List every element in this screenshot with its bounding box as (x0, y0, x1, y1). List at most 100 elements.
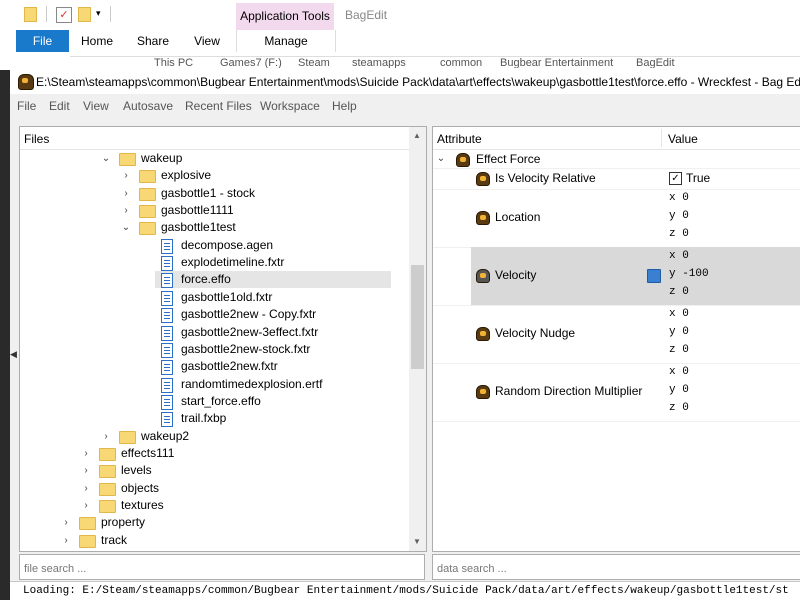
tree-file[interactable]: gasbottle1old.fxtr (20, 289, 409, 306)
tree-file[interactable]: explodetimeline.fxtr (20, 254, 409, 272)
velocity-z-field[interactable]: z 0 (669, 286, 689, 298)
attribute-name: Velocity Nudge (495, 326, 576, 340)
folder-icon[interactable] (24, 7, 37, 22)
attribute-row-random-direction[interactable]: Random Direction Multiplier x 0 y 0 z 0 (433, 363, 800, 422)
attribute-column-header[interactable]: Attribute (437, 132, 482, 146)
tree-file[interactable]: force.effo (155, 271, 391, 289)
scroll-down-icon[interactable]: ▼ (413, 537, 421, 546)
menu-workspace[interactable]: Workspace (260, 99, 320, 113)
menu-autosave[interactable]: Autosave (123, 99, 173, 113)
attribute-row-velocity-relative[interactable]: Is Velocity Relative ✓ True (433, 168, 800, 190)
tree-file[interactable]: randomtimedexplosion.ertf (20, 376, 409, 393)
chevron-right-icon[interactable]: › (81, 445, 91, 462)
attribute-name: Location (495, 210, 541, 224)
tree-folder[interactable]: › gasbottle1 - stock (20, 185, 409, 202)
chevron-right-icon[interactable]: › (81, 480, 91, 497)
random-x-field[interactable]: x 0 (669, 366, 689, 378)
folder-icon (99, 482, 116, 496)
tree-item-label: force.effo (181, 272, 231, 287)
menu-file[interactable]: File (17, 99, 36, 113)
tree-folder[interactable]: › levels (20, 462, 409, 479)
chevron-down-icon[interactable]: ⌄ (436, 150, 446, 167)
tree-item-label: start_force.effo (181, 393, 261, 408)
folder-icon (139, 222, 156, 236)
title-bar[interactable]: E:\Steam\steamapps\common\Bugbear Entert… (10, 68, 800, 94)
velocity-relative-checkbox[interactable]: ✓ (669, 172, 682, 185)
folder-icon (79, 517, 96, 531)
collapse-panel-icon[interactable]: ◀ (10, 349, 17, 360)
data-search-input[interactable]: data search ... (432, 554, 800, 580)
tree-folder[interactable]: › wakeup2 (20, 428, 409, 445)
scroll-up-icon[interactable]: ▲ (413, 131, 421, 140)
tree-folder[interactable]: › textures (20, 497, 409, 514)
file-search-input[interactable]: file search ... (19, 554, 425, 580)
window-title: E:\Steam\steamapps\common\Bugbear Entert… (36, 75, 800, 89)
random-z-field[interactable]: z 0 (669, 402, 689, 414)
chevron-right-icon[interactable]: › (61, 514, 71, 531)
tab-manage[interactable]: Manage (236, 30, 336, 52)
scroll-thumb[interactable] (411, 265, 424, 369)
nudge-y-field[interactable]: y 0 (669, 326, 689, 338)
attribute-row-velocity[interactable]: Velocity x 0 y -100 z 0 (433, 247, 800, 306)
tree-folder[interactable]: › gasbottle1111 (20, 202, 409, 219)
bagedit-window: E:\Steam\steamapps\common\Bugbear Entert… (10, 68, 800, 600)
tree-file[interactable]: decompose.agen (20, 237, 409, 254)
new-folder-icon[interactable] (78, 7, 91, 22)
chevron-right-icon[interactable]: › (61, 532, 71, 549)
tree-item-label: gasbottle2new-3effect.fxtr (181, 324, 319, 339)
value-column-header[interactable]: Value (668, 132, 698, 146)
menu-view[interactable]: View (83, 99, 109, 113)
random-y-field[interactable]: y 0 (669, 384, 689, 396)
qat-dropdown-icon[interactable]: ▾ (96, 8, 101, 19)
save-icon[interactable] (647, 269, 661, 283)
tab-file[interactable]: File (16, 30, 69, 52)
velocity-y-field[interactable]: y -100 (669, 268, 709, 280)
chevron-down-icon[interactable]: ⌄ (121, 219, 131, 236)
tree-file[interactable]: gasbottle2new - Copy.fxtr (20, 306, 409, 324)
tree-folder[interactable]: › property (20, 514, 409, 531)
properties-icon[interactable]: ✓ (56, 7, 72, 23)
location-y-field[interactable]: y 0 (669, 210, 689, 222)
nudge-x-field[interactable]: x 0 (669, 308, 689, 320)
tree-file[interactable]: gasbottle2new.fxtr (20, 358, 409, 376)
chevron-right-icon[interactable]: › (121, 202, 131, 219)
tree-file[interactable]: gasbottle2new-3effect.fxtr (20, 324, 409, 341)
tree-folder[interactable]: ⌄ gasbottle1test (20, 219, 409, 236)
application-tools-label: Application Tools (236, 3, 334, 30)
file-icon (161, 238, 173, 254)
location-z-field[interactable]: z 0 (669, 228, 689, 240)
tree-file[interactable]: gasbottle2new-stock.fxtr (20, 341, 409, 358)
tree-item-label: objects (121, 480, 160, 495)
attribute-row-effect-force[interactable]: ⌄ Effect Force (433, 150, 800, 169)
tree-folder[interactable]: › track (20, 532, 409, 549)
nudge-z-field[interactable]: z 0 (669, 344, 689, 356)
menu-edit[interactable]: Edit (49, 99, 70, 113)
column-divider[interactable] (661, 129, 662, 147)
attribute-row-location[interactable]: Location x 0 y 0 z 0 (433, 189, 800, 248)
divider (46, 6, 47, 22)
chevron-right-icon[interactable]: › (121, 185, 131, 202)
tree-folder[interactable]: › effects111 (20, 445, 409, 462)
tab-view[interactable]: View (187, 30, 227, 52)
files-scrollbar[interactable]: ▲ ▼ (409, 127, 426, 551)
folder-icon (139, 187, 156, 201)
chevron-down-icon[interactable]: ⌄ (101, 150, 111, 167)
menu-recent-files[interactable]: Recent Files (185, 99, 252, 113)
tree-file[interactable]: start_force.effo (20, 393, 409, 410)
chevron-right-icon[interactable]: › (101, 428, 111, 445)
tab-share[interactable]: Share (133, 30, 173, 52)
attribute-row-velocity-nudge[interactable]: Velocity Nudge x 0 y 0 z 0 (433, 305, 800, 364)
files-panel: Files ⌄ wakeup › explosive › gasbottle1 - sto… (19, 126, 427, 552)
tree-folder[interactable]: ⌄ wakeup (20, 150, 409, 167)
tree-folder[interactable]: › objects (20, 480, 409, 497)
menu-help[interactable]: Help (332, 99, 357, 113)
location-x-field[interactable]: x 0 (669, 192, 689, 204)
chevron-right-icon[interactable]: › (81, 497, 91, 514)
tree-item-label: track (101, 532, 128, 547)
chevron-right-icon[interactable]: › (81, 462, 91, 479)
chevron-right-icon[interactable]: › (121, 167, 131, 184)
tree-file[interactable]: trail.fxbp (20, 410, 409, 428)
tab-home[interactable]: Home (75, 30, 119, 52)
tree-folder[interactable]: › explosive (20, 167, 409, 184)
velocity-x-field[interactable]: x 0 (669, 250, 689, 262)
